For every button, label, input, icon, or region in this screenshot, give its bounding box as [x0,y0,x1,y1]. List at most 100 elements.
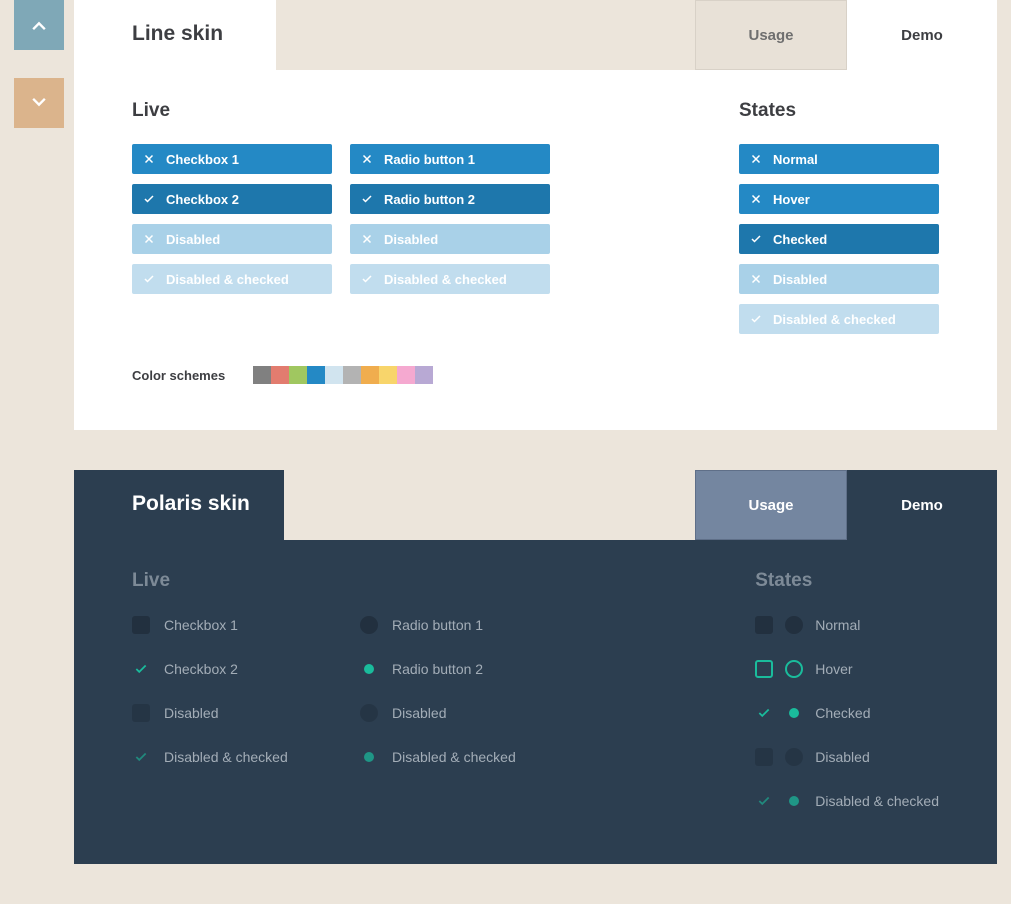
radio-icon [360,616,378,634]
scroll-down-button[interactable] [14,78,64,128]
radio-icon [785,660,803,678]
radio-icon [785,616,803,634]
x-icon [360,232,374,246]
line-state-item[interactable]: Checked [739,224,939,254]
color-swatch[interactable] [325,366,343,384]
line-checkbox-item[interactable]: Checkbox 1 [132,144,332,174]
checkbox-icon [755,616,773,634]
line-radio-item[interactable]: Radio button 1 [350,144,550,174]
checkbox-icon [132,616,150,634]
radio-icon [360,660,378,678]
radio-icon [785,792,803,810]
check-icon [749,232,763,246]
x-icon [749,152,763,166]
item-label: Normal [815,617,860,633]
line-checkbox-item: Disabled [132,224,332,254]
section-heading-live: Live [132,100,550,122]
x-icon [749,192,763,206]
radio-icon [785,704,803,722]
check-icon [360,192,374,206]
panel-tabs: Line skin Usage Demo [74,0,997,70]
checkbox-icon [132,704,150,722]
line-radio-item: Disabled & checked [350,264,550,294]
line-state-item: Disabled [739,264,939,294]
color-swatch[interactable] [343,366,361,384]
color-swatch[interactable] [397,366,415,384]
polaris-checkbox-item: Disabled & checked [132,746,342,768]
item-label: Disabled [166,232,220,247]
polaris-radio-item[interactable]: Radio button 2 [360,658,570,680]
line-state-item[interactable]: Normal [739,144,939,174]
polaris-checkbox-item[interactable]: Checkbox 1 [132,614,342,636]
item-label: Hover [773,192,810,207]
tab-usage[interactable]: Usage [695,0,847,70]
tab-usage[interactable]: Usage [695,470,847,540]
color-swatch[interactable] [253,366,271,384]
section-heading-live: Live [132,570,570,592]
polaris-radio-item: Disabled & checked [360,746,570,768]
item-label: Disabled & checked [773,312,896,327]
color-swatch[interactable] [271,366,289,384]
x-icon [142,152,156,166]
tab-demo[interactable]: Demo [847,470,997,540]
color-swatch[interactable] [289,366,307,384]
line-radio-item[interactable]: Radio button 2 [350,184,550,214]
item-label: Disabled & checked [164,749,288,765]
item-label: Hover [815,661,852,677]
polaris-skin-panel: Polaris skin Usage Demo Live Checkbox 1 C… [74,470,997,864]
color-swatch[interactable] [361,366,379,384]
color-swatch[interactable] [379,366,397,384]
radio-icon [360,704,378,722]
item-label: Disabled & checked [392,749,516,765]
item-label: Disabled & checked [384,272,507,287]
item-label: Disabled & checked [166,272,289,287]
polaris-state-item[interactable]: Normal [755,614,939,636]
polaris-state-item[interactable]: Checked [755,702,939,724]
item-label: Disabled [773,272,827,287]
item-label: Checkbox 2 [166,192,239,207]
checkbox-icon [755,792,773,810]
polaris-checkbox-item[interactable]: Checkbox 2 [132,658,342,680]
item-label: Normal [773,152,818,167]
panel-tabs: Polaris skin Usage Demo [74,470,997,540]
item-label: Disabled [164,705,218,721]
item-label: Checked [815,705,870,721]
item-label: Checked [773,232,827,247]
color-swatch[interactable] [415,366,433,384]
checkbox-icon [132,748,150,766]
check-icon [360,272,374,286]
line-state-item[interactable]: Hover [739,184,939,214]
polaris-radio-item[interactable]: Radio button 1 [360,614,570,636]
color-schemes [253,366,433,384]
item-label: Disabled [392,705,446,721]
item-label: Radio button 1 [392,617,483,633]
polaris-state-item[interactable]: Hover [755,658,939,680]
item-label: Radio button 2 [384,192,475,207]
panel-title-tab: Polaris skin [74,470,284,540]
item-label: Disabled & checked [815,793,939,809]
item-label: Checkbox 2 [164,661,238,677]
color-swatch[interactable] [307,366,325,384]
x-icon [142,232,156,246]
item-label: Checkbox 1 [166,152,239,167]
radio-icon [785,748,803,766]
chevron-up-icon [29,15,49,35]
line-state-item: Disabled & checked [739,304,939,334]
section-heading-states: States [739,100,939,122]
panel-title-tab: Line skin [74,0,276,70]
check-icon [749,312,763,326]
item-label: Radio button 1 [384,152,475,167]
checkbox-icon [755,704,773,722]
chevron-down-icon [29,93,49,113]
tab-demo[interactable]: Demo [847,0,997,70]
item-label: Disabled [815,749,869,765]
line-radio-item: Disabled [350,224,550,254]
line-checkbox-item[interactable]: Checkbox 2 [132,184,332,214]
checkbox-icon [755,748,773,766]
radio-icon [360,748,378,766]
section-heading-states: States [755,570,939,592]
checkbox-icon [132,660,150,678]
scroll-up-button[interactable] [14,0,64,50]
polaris-state-item: Disabled [755,746,939,768]
polaris-state-item: Disabled & checked [755,790,939,812]
